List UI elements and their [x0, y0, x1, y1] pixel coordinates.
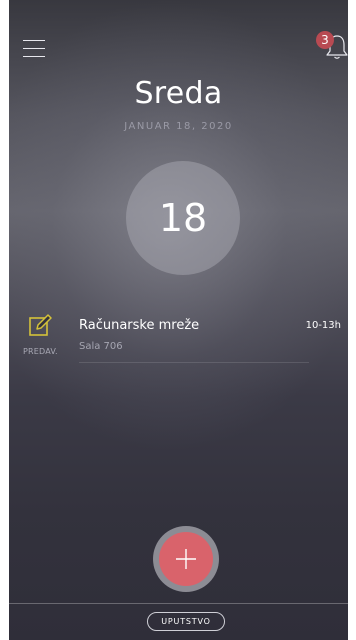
- event-type-label: PREDAV.: [23, 347, 58, 356]
- hamburger-menu-icon-line: [23, 56, 45, 57]
- plus-icon: [176, 549, 196, 569]
- day-number: 18: [158, 196, 208, 240]
- event-room: Sala 706: [79, 341, 123, 352]
- event-name: Računarske mreže: [79, 318, 200, 333]
- hamburger-menu-icon-line: [23, 48, 45, 49]
- menu-button[interactable]: [23, 40, 45, 60]
- edit-note-icon: [29, 314, 52, 336]
- date-subtitle: JANUAR 18, 2020: [124, 121, 233, 132]
- event-time: 10-13h: [305, 320, 341, 331]
- notification-count-badge: 3: [316, 31, 334, 49]
- footer-divider: [9, 603, 348, 604]
- event-divider: [79, 362, 309, 363]
- weekday-title: Sreda: [134, 76, 223, 111]
- add-event-button[interactable]: [153, 526, 219, 592]
- event-item[interactable]: PREDAV. Računarske mreže 10-13h Sala 706: [9, 312, 348, 364]
- day-number-circle: 18: [126, 161, 240, 275]
- hamburger-menu-icon: [23, 40, 45, 41]
- help-button[interactable]: UPUTSTVO: [147, 612, 225, 631]
- app-screen: 3 Sreda JANUAR 18, 2020 18 PREDAV. Račun…: [9, 0, 348, 640]
- add-event-fab: [159, 532, 213, 586]
